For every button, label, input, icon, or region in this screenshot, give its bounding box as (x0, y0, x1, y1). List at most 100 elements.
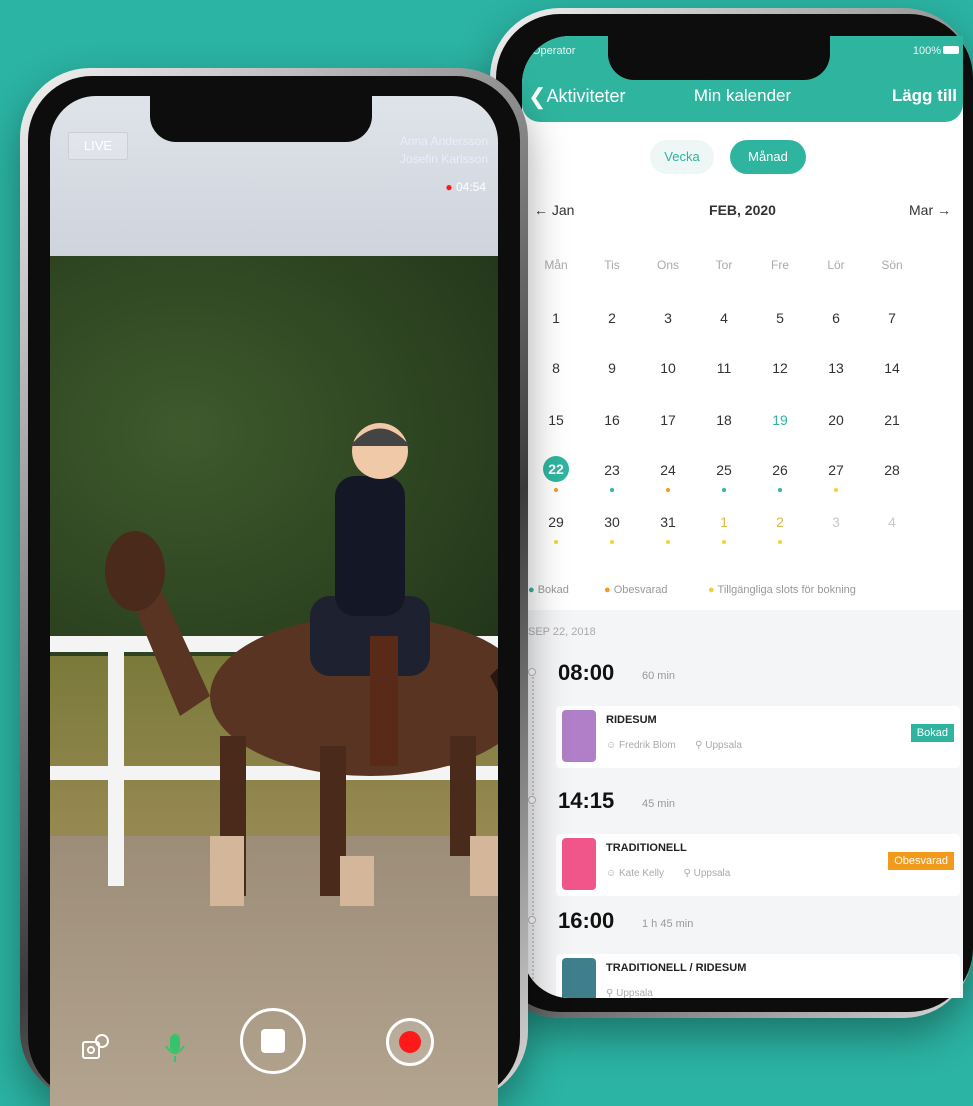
event-dot (554, 540, 558, 544)
calendar-day[interactable]: 11 (704, 354, 744, 382)
event-dot (610, 540, 614, 544)
add-button[interactable]: Lägg till (892, 86, 957, 106)
calendar-day[interactable]: 28 (872, 456, 912, 484)
event-dot (666, 488, 670, 492)
event-time: 16:00 (558, 908, 615, 933)
calendar-day[interactable]: 4 (872, 508, 912, 536)
location-pin-icon: ⚲ (606, 988, 614, 998)
participant-name: Anna Andersson (399, 134, 488, 148)
calendar-day[interactable]: 12 (760, 354, 800, 382)
record-button[interactable] (386, 1018, 434, 1066)
event-instructor: Fredrik Blom (619, 740, 676, 751)
calendar-day[interactable]: 30 (592, 508, 632, 536)
calendar-day[interactable]: 5 (760, 304, 800, 332)
calendar-day[interactable]: 6 (816, 304, 856, 332)
segment-week[interactable]: Vecka (650, 140, 714, 174)
weekday-label: Sön (881, 258, 903, 272)
calendar-day[interactable]: 10 (648, 354, 688, 382)
calendar-day[interactable]: 31 (648, 508, 688, 536)
calendar-day[interactable]: 14 (872, 354, 912, 382)
calendar-day[interactable]: 15 (536, 406, 576, 434)
event-location: Uppsala (616, 988, 653, 998)
event-title: RIDESUM (606, 714, 657, 726)
calendar-day[interactable]: 23 (592, 456, 632, 484)
status-badge: Obesvarad (888, 852, 954, 870)
event-dot (554, 488, 558, 492)
weekday-label: Tor (715, 258, 733, 272)
event-card[interactable]: TRADITIONELL / RIDESUM ⚲ Uppsala (556, 954, 960, 998)
calendar-day[interactable]: 27 (816, 456, 856, 484)
stop-button[interactable] (240, 1008, 306, 1074)
event-card[interactable]: TRADITIONELL ☺ Kate Kelly ⚲ Uppsala Obesva… (556, 834, 960, 896)
record-icon (399, 1031, 421, 1053)
event-title: TRADITIONELL / RIDESUM (606, 962, 747, 974)
event-location: Uppsala (705, 740, 742, 751)
stop-icon (261, 1029, 285, 1053)
activity-icon (562, 958, 596, 998)
legend-item-booked: ● Bokad (528, 584, 569, 596)
calendar-day[interactable]: 24 (648, 456, 688, 484)
event-duration: 1 h 45 min (642, 918, 694, 930)
switch-camera-icon[interactable] (80, 1032, 112, 1064)
live-video-screen: LIVE Anna Andersson Josefin Karlsson ● 0… (50, 96, 498, 1106)
calendar-day[interactable]: 21 (872, 406, 912, 434)
calendar-screen: Operator 100% ❮Aktiviteter Min kalender … (522, 36, 963, 998)
live-phone: LIVE Anna Andersson Josefin Karlsson ● 0… (20, 68, 528, 1106)
weekday-label: Tis (604, 258, 620, 272)
calendar-day[interactable]: 8 (536, 354, 576, 382)
legend-label: Tillgängliga slots för bokning (717, 584, 856, 596)
calendar-day[interactable]: 3 (648, 304, 688, 332)
participant-name: Josefin Karlsson (399, 152, 488, 166)
weekday-label: Mån (544, 258, 568, 272)
calendar-day[interactable]: 18 (704, 406, 744, 434)
calendar-day[interactable]: 9 (592, 354, 632, 382)
calendar-day[interactable]: 26 (760, 456, 800, 484)
event-card[interactable]: RIDESUM ☺ Fredrik Blom ⚲ Uppsala Bokad (556, 706, 960, 768)
timeline-line (532, 670, 534, 998)
calendar-day[interactable]: 1 (704, 508, 744, 536)
event-dot (722, 488, 726, 492)
event-dot (666, 540, 670, 544)
calendar-day[interactable]: 7 (872, 304, 912, 332)
calendar-day[interactable]: 19 (760, 406, 800, 434)
legend-label: Bokad (537, 584, 569, 596)
calendar-day[interactable]: 20 (816, 406, 856, 434)
camera-controls (50, 996, 498, 1106)
event-dot (610, 488, 614, 492)
calendar-day[interactable]: 29 (536, 508, 576, 536)
event-location: Uppsala (693, 868, 731, 879)
recording-dot-icon: ● (445, 180, 453, 194)
calendar-day[interactable]: 1 (536, 304, 576, 332)
location-pin-icon: ⚲ (695, 740, 703, 751)
calendar-day[interactable]: 4 (704, 304, 744, 332)
calendar-day[interactable]: 25 (704, 456, 744, 484)
calendar-day[interactable]: 16 (592, 406, 632, 434)
calendar-day[interactable]: 2 (760, 508, 800, 536)
next-month-button[interactable]: Mar → (909, 202, 951, 218)
microphone-icon[interactable] (164, 1032, 186, 1064)
calendar-day[interactable]: 3 (816, 508, 856, 536)
carrier-label: Operator (532, 45, 576, 57)
weekday-label: Fre (771, 258, 789, 272)
timeline-marker (528, 796, 536, 804)
event-time: 14:15 (558, 788, 615, 813)
person-icon: ☺ (606, 868, 617, 879)
phone-notch (608, 34, 830, 80)
event-dot (778, 488, 782, 492)
recording-timer: ● 04:54 (445, 180, 486, 194)
location-pin-icon: ⚲ (683, 868, 691, 879)
activity-icon (562, 838, 596, 890)
segment-month[interactable]: Månad (730, 140, 806, 174)
battery-label: 100% (912, 45, 941, 57)
calendar-day[interactable]: 22 (543, 456, 569, 482)
event-meta: ☺ Kate Kelly ⚲ Uppsala (606, 868, 730, 879)
current-month: FEB, 2020 (709, 202, 776, 218)
calendar-day[interactable]: 17 (648, 406, 688, 434)
calendar-day[interactable]: 13 (816, 354, 856, 382)
legend-item-available: ● Tillgängliga slots för bokning (708, 584, 856, 596)
event-dot (722, 540, 726, 544)
phone-notch (150, 96, 372, 142)
calendar-day[interactable]: 2 (592, 304, 632, 332)
event-dot (834, 488, 838, 492)
weekday-label: Ons (656, 258, 679, 272)
